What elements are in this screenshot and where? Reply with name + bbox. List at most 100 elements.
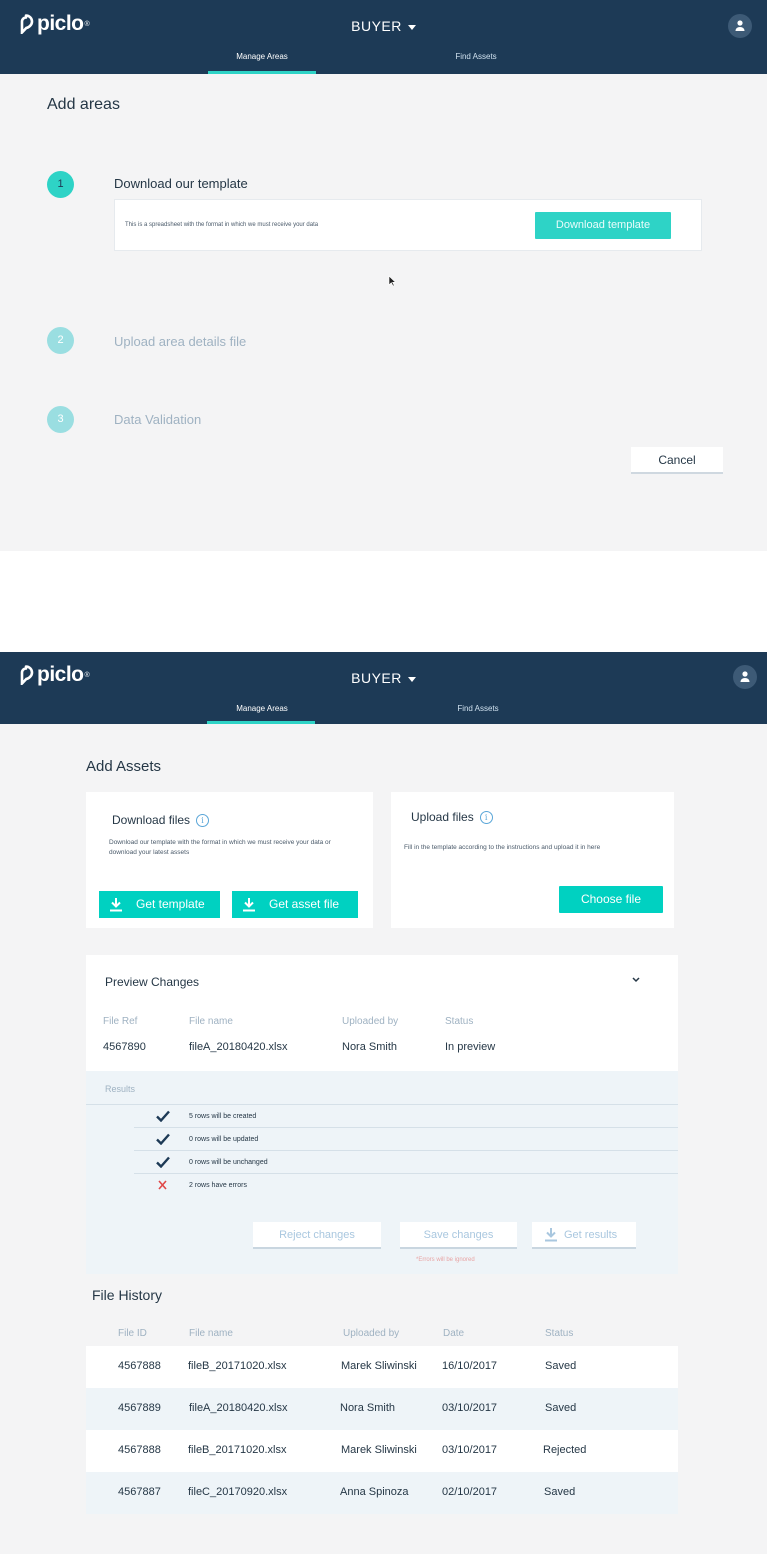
history-file-id: 4567888 <box>118 1444 161 1456</box>
download-icon <box>243 898 255 912</box>
active-tab-indicator <box>208 71 316 74</box>
history-date: 03/10/2017 <box>442 1444 498 1456</box>
active-tab-indicator <box>207 721 315 724</box>
get-template-button[interactable]: Get template <box>99 891 220 918</box>
tab-find-assets[interactable]: Find Assets <box>421 52 531 61</box>
result-text: 0 rows will be unchanged <box>189 1159 268 1166</box>
history-date: 03/10/2017 <box>442 1402 498 1414</box>
tab-find-assets[interactable]: Find Assets <box>423 704 533 713</box>
download-icon <box>110 898 122 912</box>
history-uploaded-by: Marek Sliwinski <box>341 1360 417 1372</box>
role-dropdown[interactable]: BUYER <box>0 18 767 34</box>
upload-files-title: Upload files i <box>411 810 493 825</box>
step-2-badge: 2 <box>47 327 74 354</box>
upload-files-description: Fill in the template according to the in… <box>404 844 601 851</box>
preview-changes-title: Preview Changes <box>105 975 200 989</box>
info-icon[interactable]: i <box>196 814 210 828</box>
tab-manage-areas[interactable]: Manage Areas <box>207 52 317 61</box>
history-uploaded-by: Nora Smith <box>340 1402 396 1414</box>
step-1-label: Download our template <box>114 176 248 191</box>
history-row[interactable]: 4567889 fileA_20180420.xlsx Nora Smith 0… <box>86 1388 678 1430</box>
save-changes-button[interactable]: Save changes <box>400 1222 517 1249</box>
download-template-button[interactable]: Download template <box>535 212 671 239</box>
history-header-file-id: File ID <box>118 1328 147 1339</box>
page-title: Add Assets <box>86 758 162 775</box>
tab-manage-areas[interactable]: Manage Areas <box>207 704 317 713</box>
history-header-uploaded-by: Uploaded by <box>343 1328 400 1339</box>
download-icon <box>545 1228 557 1242</box>
history-uploaded-by: Anna Spinoza <box>340 1486 409 1498</box>
history-status: Saved <box>545 1402 577 1414</box>
download-files-description: Download our template with the format in… <box>109 839 331 856</box>
step-2-label: Upload area details file <box>114 334 247 349</box>
history-file-name: fileC_20170920.xlsx <box>188 1486 288 1498</box>
history-date: 16/10/2017 <box>442 1360 498 1372</box>
add-assets-screen: piclo ® BUYER Manage Areas Find Assets Ad… <box>0 652 767 1554</box>
history-status: Saved <box>544 1486 576 1498</box>
preview-file-ref: 4567890 <box>103 1041 146 1053</box>
upload-files-heading: Upload files <box>411 810 474 824</box>
get-results-button[interactable]: Get results <box>532 1222 636 1249</box>
preview-file-name: fileA_20180420.xlsx <box>189 1041 288 1053</box>
history-row[interactable]: 4567888 fileB_20171020.xlsx Marek Sliwin… <box>86 1430 678 1472</box>
history-file-name: fileB_20171020.xlsx <box>188 1444 287 1456</box>
errors-note: *Errors will be ignored <box>416 1257 475 1263</box>
results-label: Results <box>105 1084 136 1094</box>
choose-file-button[interactable]: Choose file <box>559 886 663 913</box>
user-account-button[interactable] <box>728 14 752 38</box>
role-label: BUYER <box>351 18 402 34</box>
result-text: 5 rows will be created <box>189 1113 257 1120</box>
error-x-icon <box>158 1180 167 1190</box>
history-file-name: fileB_20171020.xlsx <box>188 1360 287 1372</box>
check-icon <box>156 1133 170 1145</box>
reject-changes-button[interactable]: Reject changes <box>253 1222 381 1249</box>
history-header-file-name: File name <box>189 1328 233 1339</box>
chevron-down-icon[interactable] <box>632 977 640 983</box>
history-row[interactable]: 4567888 fileB_20171020.xlsx Marek Sliwin… <box>86 1346 678 1388</box>
file-history-title: File History <box>92 1287 163 1303</box>
preview-status: In preview <box>445 1041 496 1053</box>
caret-down-icon <box>407 676 416 682</box>
cancel-button[interactable]: Cancel <box>631 447 723 474</box>
step-3-badge: 3 <box>47 406 74 433</box>
history-file-id: 4567887 <box>118 1486 161 1498</box>
result-row: 0 rows will be unchanged <box>134 1150 678 1173</box>
user-icon <box>740 671 750 682</box>
page-title: Add areas <box>47 96 120 113</box>
download-template-card: This is a spreadsheet with the format in… <box>114 199 702 251</box>
add-areas-screen: piclo ® BUYER Manage Areas Find Assets Ad… <box>0 0 767 551</box>
column-header-uploaded-by: Uploaded by <box>342 1016 399 1027</box>
result-text: 2 rows have errors <box>189 1182 247 1189</box>
get-results-label: Get results <box>564 1229 618 1241</box>
history-status: Saved <box>545 1360 577 1372</box>
check-icon <box>156 1110 170 1122</box>
info-icon[interactable]: i <box>479 811 493 825</box>
history-row[interactable]: 4567887 fileC_20170920.xlsx Anna Spinoza… <box>86 1472 678 1514</box>
user-icon <box>735 20 745 31</box>
top-navbar: piclo ® BUYER Manage Areas Find Assets <box>0 0 767 74</box>
column-header-file-name: File name <box>189 1016 233 1027</box>
history-status: Rejected <box>543 1444 587 1456</box>
get-asset-file-label: Get asset file <box>269 897 340 911</box>
history-file-id: 4567889 <box>118 1402 161 1414</box>
history-date: 02/10/2017 <box>442 1486 498 1498</box>
role-label: BUYER <box>351 670 402 686</box>
caret-down-icon <box>407 24 416 30</box>
mouse-pointer-icon <box>388 275 396 287</box>
get-asset-file-button[interactable]: Get asset file <box>232 891 358 918</box>
history-uploaded-by: Marek Sliwinski <box>341 1444 417 1456</box>
get-template-label: Get template <box>136 897 205 911</box>
role-dropdown[interactable]: BUYER <box>0 670 767 686</box>
upload-files-card: Upload files i Fill in the template accor… <box>391 792 674 928</box>
preview-uploaded-by: Nora Smith <box>342 1041 398 1053</box>
step-3-label: Data Validation <box>114 412 202 427</box>
step-1-badge: 1 <box>47 171 74 198</box>
user-account-button[interactable] <box>733 665 757 689</box>
result-row: 5 rows will be created <box>86 1104 678 1127</box>
download-files-title: Download files i <box>112 813 210 828</box>
result-text: 0 rows will be updated <box>189 1136 259 1143</box>
top-navbar: piclo ® BUYER Manage Areas Find Assets <box>0 652 767 724</box>
column-header-file-ref: File Ref <box>103 1016 138 1027</box>
results-section: Results 5 rows will be created 0 rows wi… <box>86 1071 678 1274</box>
template-description: This is a spreadsheet with the format in… <box>125 222 319 228</box>
